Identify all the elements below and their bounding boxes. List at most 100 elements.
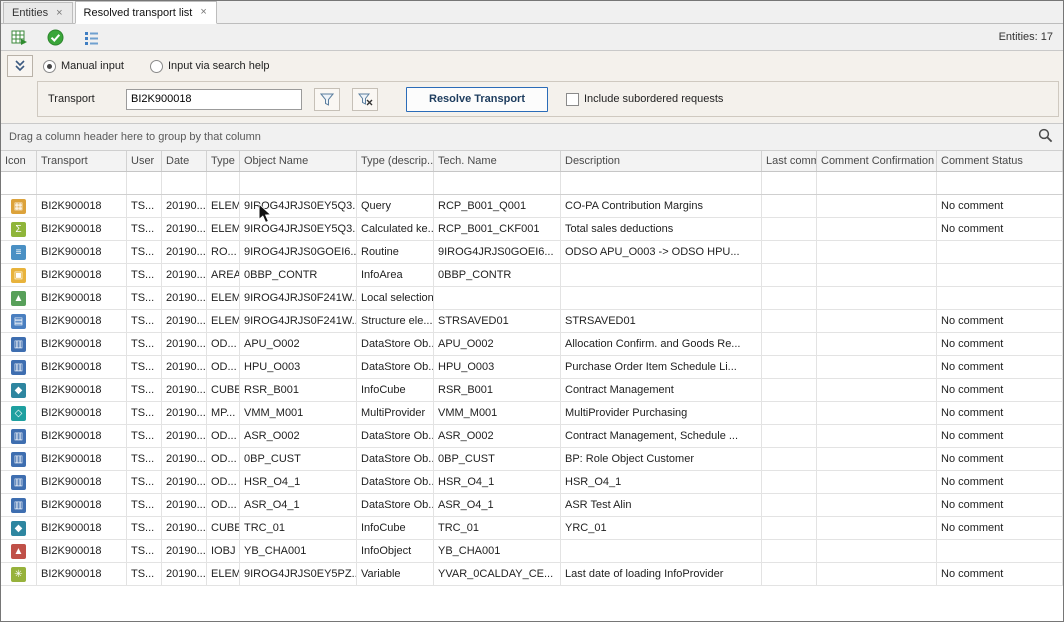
cell-last-comment — [762, 356, 817, 378]
cell-icon: ▲ — [1, 287, 37, 309]
cell-object-name: 9IROG4JRJS0GOEI6... — [240, 241, 357, 263]
cell-type-desc: InfoCube — [357, 379, 434, 401]
filter-cell[interactable] — [207, 172, 240, 194]
close-icon[interactable]: × — [199, 7, 207, 18]
cell-date: 20190... — [162, 333, 207, 355]
table-row[interactable]: ▲BI2K900018TS...20190...ELEM9IROG4JRJS0F… — [1, 287, 1063, 310]
cell-date: 20190... — [162, 241, 207, 263]
cell-comment-status — [937, 264, 1063, 286]
cell-date: 20190... — [162, 379, 207, 401]
cell-last-comment — [762, 310, 817, 332]
filter-cell[interactable] — [561, 172, 762, 194]
table-row[interactable]: ▲BI2K900018TS...20190...IOBJYB_CHA001Inf… — [1, 540, 1063, 563]
search-icon[interactable] — [1038, 128, 1053, 146]
cell-date: 20190... — [162, 517, 207, 539]
manual-input-radio[interactable]: Manual input — [43, 60, 124, 73]
cell-transport: BI2K900018 — [37, 563, 127, 585]
table-row[interactable]: ◆BI2K900018TS...20190...CUBERSR_B001Info… — [1, 379, 1063, 402]
cell-icon: ◆ — [1, 379, 37, 401]
column-header-transport[interactable]: Transport — [37, 151, 127, 171]
table-row[interactable]: ≡BI2K900018TS...20190...RO...9IROG4JRJS0… — [1, 241, 1063, 264]
column-header-comment-status[interactable]: Comment Status — [937, 151, 1063, 171]
filter-cell[interactable] — [127, 172, 162, 194]
table-row[interactable]: ▥BI2K900018TS...20190...OD...0BP_CUSTDat… — [1, 448, 1063, 471]
collapse-panel-button[interactable] — [7, 55, 33, 77]
cell-icon: ▥ — [1, 494, 37, 516]
filter-cell[interactable] — [357, 172, 434, 194]
checkbox-unchecked-icon[interactable] — [566, 93, 579, 106]
cell-object-name: 9IROG4JRJS0F241W... — [240, 287, 357, 309]
column-header-type-descrip[interactable]: Type (descrip... — [357, 151, 434, 171]
app-window: Entities × Resolved transport list × — [0, 0, 1064, 622]
column-header-tech-name[interactable]: Tech. Name — [434, 151, 561, 171]
table-row[interactable]: ◇BI2K900018TS...20190...MP...VMM_M001Mul… — [1, 402, 1063, 425]
cell-tech-name: TRC_01 — [434, 517, 561, 539]
table-row[interactable]: ▥BI2K900018TS...20190...OD...HSR_O4_1Dat… — [1, 471, 1063, 494]
export-grid-icon[interactable] — [9, 27, 29, 47]
double-chevron-down-icon — [14, 60, 26, 72]
cell-type: MP... — [207, 402, 240, 424]
cell-icon: ▥ — [1, 425, 37, 447]
radio-selected-icon — [43, 60, 56, 73]
group-by-bar[interactable]: Drag a column header here to group by th… — [1, 124, 1063, 151]
cell-type: RO... — [207, 241, 240, 263]
list-settings-icon[interactable] — [81, 27, 101, 47]
funnel-clear-icon — [358, 93, 373, 106]
column-header-last-commenti[interactable]: Last commenti... — [762, 151, 817, 171]
filter-cell[interactable] — [1, 172, 37, 194]
column-header-type[interactable]: Type — [207, 151, 240, 171]
cell-date: 20190... — [162, 195, 207, 217]
filter-cell[interactable] — [817, 172, 937, 194]
filter-cell[interactable] — [162, 172, 207, 194]
filter-cell[interactable] — [762, 172, 817, 194]
cell-transport: BI2K900018 — [37, 494, 127, 516]
column-header-description[interactable]: Description — [561, 151, 762, 171]
table-row[interactable]: ✳BI2K900018TS...20190...ELEM9IROG4JRJS0E… — [1, 563, 1063, 586]
close-icon[interactable]: × — [55, 8, 63, 19]
table-row[interactable]: ▥BI2K900018TS...20190...OD...HPU_O003Dat… — [1, 356, 1063, 379]
table-row[interactable]: ▣BI2K900018TS...20190...AREA0BBP_CONTRIn… — [1, 264, 1063, 287]
filter-button[interactable] — [314, 88, 340, 111]
table-row[interactable]: ◆BI2K900018TS...20190...CUBETRC_01InfoCu… — [1, 517, 1063, 540]
cell-tech-name: RSR_B001 — [434, 379, 561, 401]
cell-date: 20190... — [162, 218, 207, 240]
confirm-icon[interactable] — [45, 27, 65, 47]
table-row[interactable]: ΣBI2K900018TS...20190...ELEM9IROG4JRJS0E… — [1, 218, 1063, 241]
column-header-user[interactable]: User — [127, 151, 162, 171]
table-row[interactable]: ▤BI2K900018TS...20190...ELEM9IROG4JRJS0F… — [1, 310, 1063, 333]
filter-cell[interactable] — [937, 172, 1063, 194]
dso-icon: ▥ — [11, 429, 26, 444]
tab-entities[interactable]: Entities × — [3, 2, 73, 23]
column-header-date[interactable]: Date — [162, 151, 207, 171]
search-help-radio[interactable]: Input via search help — [150, 60, 270, 73]
resolve-transport-button[interactable]: Resolve Transport — [406, 87, 548, 112]
filter-cell[interactable] — [240, 172, 357, 194]
cell-type: AREA — [207, 264, 240, 286]
include-suborders-option[interactable]: Include subordered requests — [566, 93, 723, 106]
cell-last-comment — [762, 218, 817, 240]
tab-resolved-transport-list[interactable]: Resolved transport list × — [75, 1, 217, 24]
cell-user: TS... — [127, 310, 162, 332]
cell-user: TS... — [127, 425, 162, 447]
cell-transport: BI2K900018 — [37, 241, 127, 263]
column-header-object-name[interactable]: Object Name — [240, 151, 357, 171]
cell-comment-confirmation — [817, 494, 937, 516]
table-row[interactable]: ▦BI2K900018TS...20190...ELEM9IROG4JRJS0E… — [1, 195, 1063, 218]
column-header-comment-confirmation[interactable]: Comment Confirmation — [817, 151, 937, 171]
toolbar: Entities: 17 — [1, 24, 1063, 51]
grid-filter-row — [1, 172, 1063, 195]
cell-date: 20190... — [162, 563, 207, 585]
table-row[interactable]: ▥BI2K900018TS...20190...OD...ASR_O002Dat… — [1, 425, 1063, 448]
cell-description: MultiProvider Purchasing — [561, 402, 762, 424]
cell-comment-confirmation — [817, 356, 937, 378]
cell-description: ODSO APU_O003 -> ODSO HPU... — [561, 241, 762, 263]
filter-cell[interactable] — [434, 172, 561, 194]
table-row[interactable]: ▥BI2K900018TS...20190...OD...APU_O002Dat… — [1, 333, 1063, 356]
clear-filter-button[interactable] — [352, 88, 378, 111]
table-row[interactable]: ▥BI2K900018TS...20190...OD...ASR_O4_1Dat… — [1, 494, 1063, 517]
transport-input[interactable] — [126, 89, 302, 110]
cell-tech-name: RCP_B001_Q001 — [434, 195, 561, 217]
filter-cell[interactable] — [37, 172, 127, 194]
column-header-icon[interactable]: Icon — [1, 151, 37, 171]
cell-transport: BI2K900018 — [37, 310, 127, 332]
